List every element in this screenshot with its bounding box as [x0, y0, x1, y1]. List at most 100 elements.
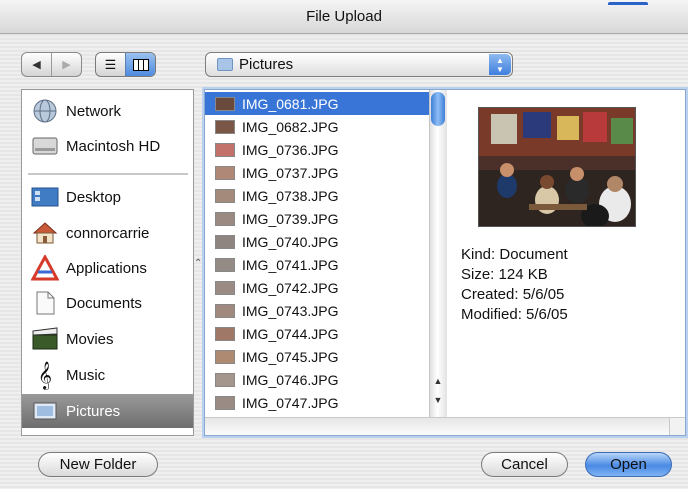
list-view-button[interactable]: ☰: [96, 53, 125, 76]
popup-arrows-icon: ▲ ▼: [489, 54, 511, 75]
globe-icon: [30, 98, 60, 124]
file-info: Kind: Document Size: 124 KB Created: 5/6…: [461, 245, 568, 325]
sidebar-item-label: Movies: [66, 330, 114, 348]
image-thumbnail-icon: [215, 188, 235, 203]
history-nav: ◀ ▶: [21, 52, 82, 77]
scroll-thumb[interactable]: [431, 92, 445, 126]
applications-icon: [30, 255, 60, 281]
file-name: IMG_0681.JPG: [242, 95, 339, 112]
file-row[interactable]: IMG_0739.JPG: [205, 207, 429, 230]
image-thumbnail-icon: [215, 234, 235, 249]
column-divider: [445, 90, 447, 417]
sidebar-item-label: Pictures: [66, 402, 121, 420]
sidebar-item-desktop[interactable]: Desktop: [22, 180, 193, 214]
right-arrow-icon: ▶: [62, 59, 71, 71]
open-button[interactable]: Open: [585, 452, 672, 477]
column-view-button[interactable]: [125, 53, 155, 76]
file-name: IMG_0747.JPG: [242, 394, 339, 411]
hard-drive-icon: [30, 133, 60, 159]
title-bar: File Upload: [0, 0, 688, 34]
location-popup[interactable]: Pictures ▲ ▼: [205, 52, 513, 77]
sidebar-item-label: Macintosh HD: [66, 137, 161, 155]
file-modified: Modified: 5/6/05: [461, 306, 568, 323]
home-icon: [30, 220, 60, 246]
window-title: File Upload: [306, 8, 382, 25]
image-thumbnail-icon: [215, 257, 235, 272]
sidebar-item-label: Music: [66, 366, 106, 384]
file-list: IMG_0681.JPG IMG_0682.JPG IMG_0736.JPG I…: [205, 90, 429, 417]
image-preview: [478, 107, 636, 227]
desktop-icon: [30, 184, 60, 210]
image-thumbnail-icon: [215, 142, 235, 157]
file-browser: IMG_0681.JPG IMG_0682.JPG IMG_0736.JPG I…: [204, 89, 686, 436]
sidebar-resize-handle[interactable]: ⌃: [194, 258, 204, 269]
music-icon: 𝄞: [37, 361, 53, 389]
file-name: IMG_0682.JPG: [242, 118, 339, 135]
sidebar-item-macintosh-hd[interactable]: Macintosh HD: [22, 129, 193, 163]
cancel-button[interactable]: Cancel: [481, 452, 568, 477]
location-label: Pictures: [239, 56, 294, 73]
new-folder-label: New Folder: [59, 456, 137, 473]
file-name: IMG_0746.JPG: [242, 371, 339, 388]
folder-icon: [217, 58, 233, 71]
left-arrow-icon: ◀: [32, 59, 41, 71]
sidebar-item-connorcarrie[interactable]: connorcarrie: [22, 216, 193, 250]
file-name: IMG_0740.JPG: [242, 233, 339, 250]
scroll-up-arrow-icon[interactable]: ▲: [430, 373, 446, 390]
sidebar-divider: [28, 173, 188, 175]
file-row[interactable]: IMG_0744.JPG: [205, 322, 429, 345]
file-row[interactable]: IMG_0740.JPG: [205, 230, 429, 253]
sidebar-item-label: Documents: [66, 294, 142, 312]
image-thumbnail-icon: [215, 326, 235, 341]
clapperboard-icon: [30, 326, 60, 352]
file-name: IMG_0736.JPG: [242, 141, 339, 158]
file-row[interactable]: IMG_0736.JPG: [205, 138, 429, 161]
list-view-icon: ☰: [104, 56, 117, 72]
file-row[interactable]: IMG_0741.JPG: [205, 253, 429, 276]
image-thumbnail-icon: [215, 395, 235, 410]
file-row[interactable]: IMG_0745.JPG: [205, 345, 429, 368]
file-row[interactable]: IMG_0681.JPG: [205, 92, 429, 115]
file-list-scrollbar[interactable]: ▲ ▼: [429, 90, 445, 417]
file-name: IMG_0745.JPG: [242, 348, 339, 365]
image-thumbnail-icon: [215, 211, 235, 226]
scroll-down-arrow-icon[interactable]: ▼: [430, 392, 446, 409]
sidebar-item-documents[interactable]: Documents: [22, 286, 193, 320]
pictures-icon: [30, 398, 60, 424]
file-name: IMG_0741.JPG: [242, 256, 339, 273]
file-name: IMG_0744.JPG: [242, 325, 339, 342]
cancel-label: Cancel: [501, 456, 548, 473]
image-thumbnail-icon: [215, 96, 235, 111]
sidebar-item-label: connorcarrie: [66, 224, 150, 242]
back-button[interactable]: ◀: [22, 53, 51, 76]
file-size: Size: 124 KB: [461, 266, 548, 283]
forward-button[interactable]: ▶: [51, 53, 81, 76]
sidebar-item-applications[interactable]: Applications: [22, 251, 193, 285]
file-kind: Kind: Document: [461, 246, 568, 263]
file-name: IMG_0739.JPG: [242, 210, 339, 227]
file-created: Created: 5/6/05: [461, 286, 565, 303]
sidebar-item-pictures[interactable]: Pictures: [22, 394, 193, 428]
file-row[interactable]: IMG_0747.JPG: [205, 391, 429, 414]
image-thumbnail-icon: [215, 165, 235, 180]
image-thumbnail-icon: [215, 280, 235, 295]
file-name: IMG_0742.JPG: [242, 279, 339, 296]
file-row[interactable]: IMG_0746.JPG: [205, 368, 429, 391]
file-row[interactable]: IMG_0738.JPG: [205, 184, 429, 207]
image-thumbnail-icon: [215, 349, 235, 364]
new-folder-button[interactable]: New Folder: [38, 452, 158, 477]
sidebar-item-label: Applications: [66, 259, 147, 277]
file-row[interactable]: IMG_0742.JPG: [205, 276, 429, 299]
image-thumbnail-icon: [215, 119, 235, 134]
scrollbar-corner: [669, 418, 685, 435]
horizontal-scrollbar[interactable]: [205, 417, 685, 435]
file-row[interactable]: IMG_0737.JPG: [205, 161, 429, 184]
file-row[interactable]: IMG_0682.JPG: [205, 115, 429, 138]
file-name: IMG_0738.JPG: [242, 187, 339, 204]
open-label: Open: [610, 456, 647, 473]
sidebar-item-network[interactable]: Network: [22, 94, 193, 128]
sidebar-item-music[interactable]: 𝄞 Music: [22, 358, 193, 392]
file-row[interactable]: IMG_0743.JPG: [205, 299, 429, 322]
sidebar-item-movies[interactable]: Movies: [22, 322, 193, 356]
sidebar: Network Macintosh HD Desktop connorcarri…: [21, 89, 194, 436]
